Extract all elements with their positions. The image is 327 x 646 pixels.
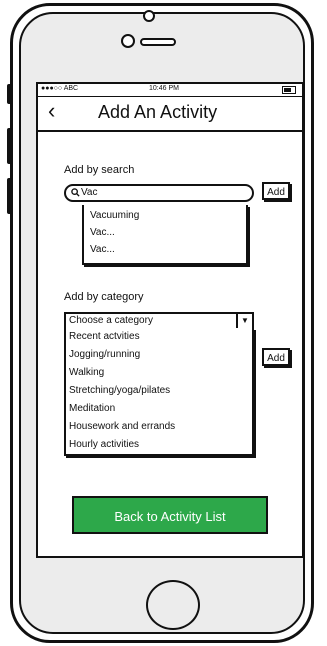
battery-icon [282,86,296,94]
volume-up-button [7,128,12,164]
category-section-label: Add by category [64,291,144,303]
suggestion-item[interactable]: Vacuuming [90,210,139,221]
category-option[interactable]: Meditation [69,403,115,414]
sensor-icon [121,34,135,48]
chevron-down-icon[interactable]: ▼ [236,314,252,328]
status-time: 10:46 PM [149,85,179,92]
home-button[interactable] [146,580,200,630]
speaker-grille [140,38,176,46]
carrier-signal: ●●●○○ ABC [41,85,79,92]
suggestion-item[interactable]: Vac... [90,244,115,255]
volume-down-button [7,178,12,214]
navigation-bar: ‹ Add An Activity [38,96,302,132]
add-search-button[interactable]: Add [262,182,290,200]
back-chevron-icon[interactable]: ‹ [48,98,68,124]
front-camera-icon [143,10,155,22]
search-input-value: Vac [81,187,98,198]
add-category-button[interactable]: Add [262,348,290,366]
mute-switch [7,84,12,104]
category-option[interactable]: Jogging/running [69,349,140,360]
phone-screen: ●●●○○ ABC 10:46 PM ‹ Add An Activity Add… [36,82,304,558]
search-input[interactable]: Vac [64,184,254,202]
back-to-activity-list-button[interactable]: Back to Activity List [72,496,268,534]
category-option[interactable]: Hourly activities [69,439,139,450]
page-title: Add An Activity [98,102,218,122]
suggestion-item[interactable]: Vac... [90,227,115,238]
category-dropdown: Recent actvities Jogging/running Walking… [64,328,254,456]
speaker-camera [121,10,181,54]
category-select-value: Choose a category [69,315,153,326]
search-suggestions: Vacuuming Vac... Vac... [82,205,248,265]
category-option[interactable]: Stretching/yoga/pilates [69,385,170,396]
category-option[interactable]: Housework and errands [69,421,175,432]
search-icon [71,187,80,199]
category-option[interactable]: Walking [69,367,104,378]
search-section-label: Add by search [64,164,135,176]
category-option[interactable]: Recent actvities [69,331,140,342]
